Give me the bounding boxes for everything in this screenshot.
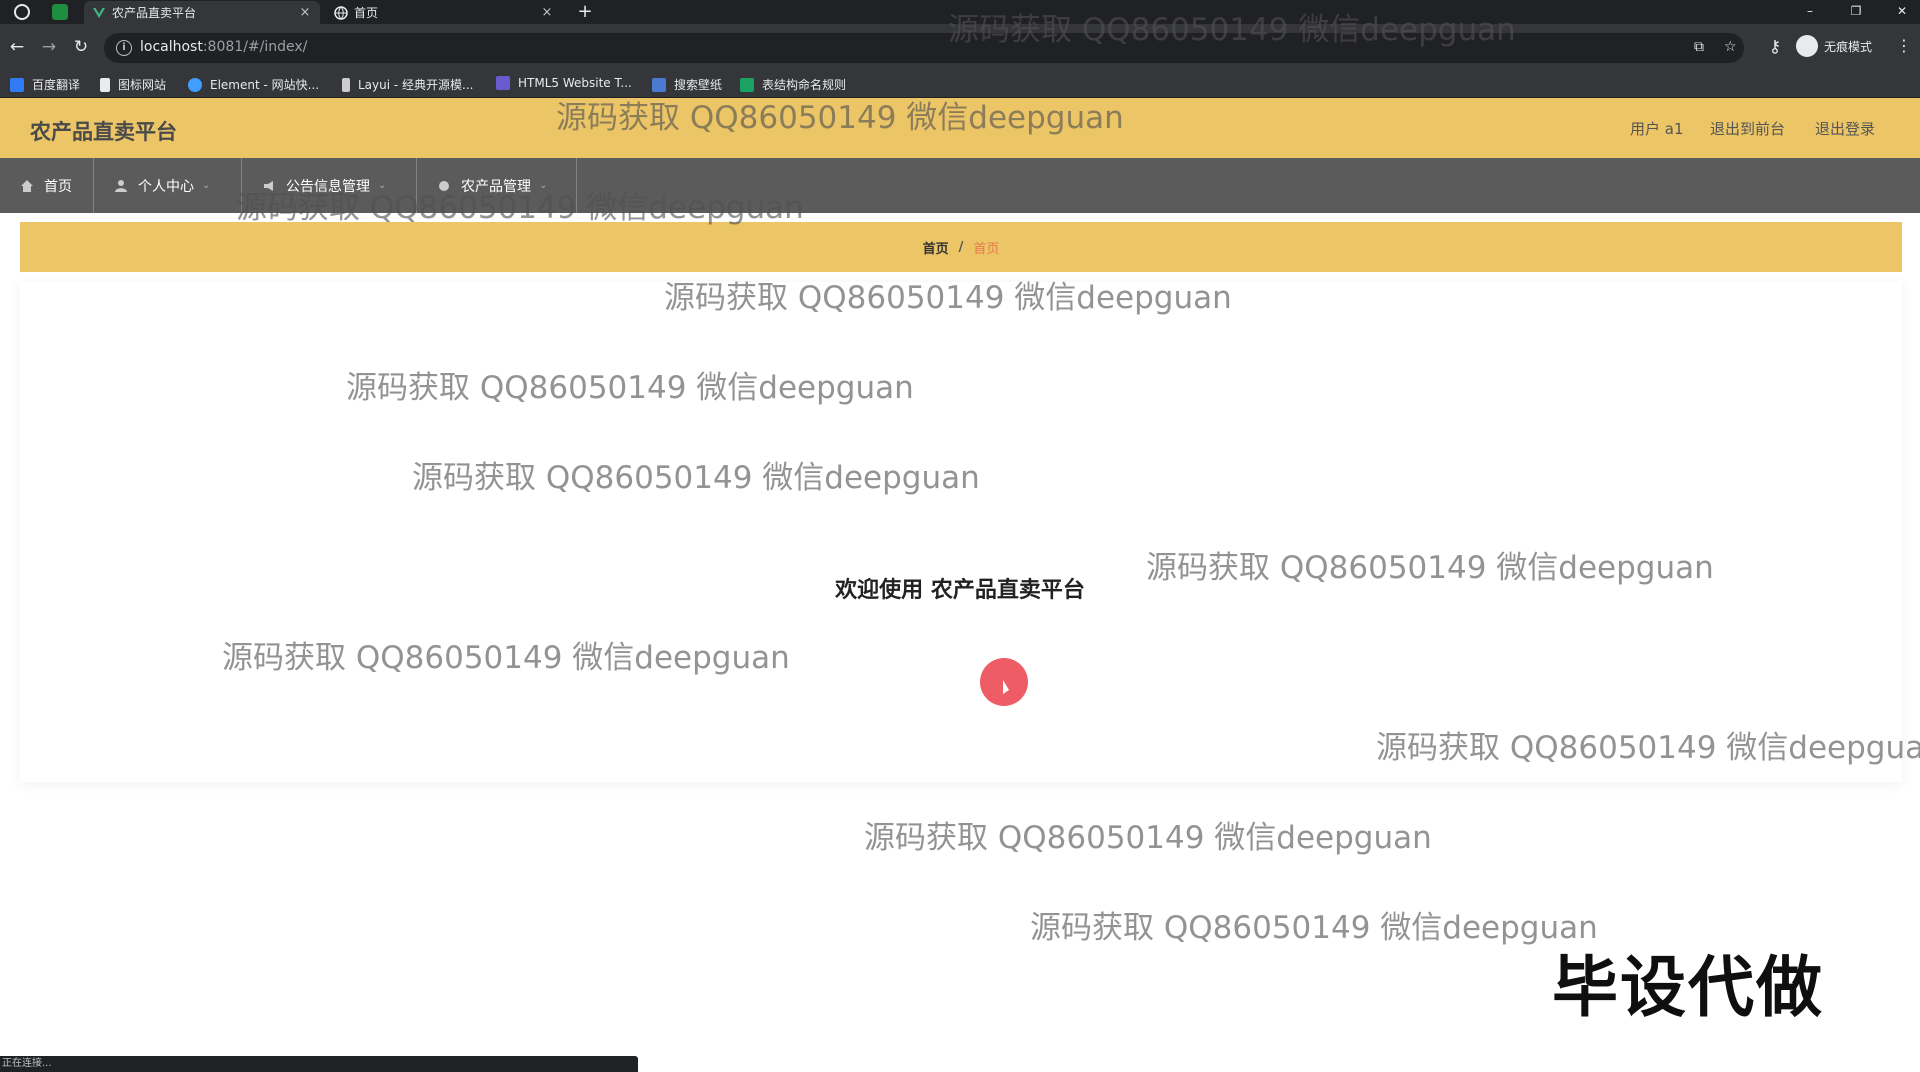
- pinned-tab-icon[interactable]: [52, 4, 68, 20]
- watermark-text: 源码获取 QQ86050149 微信deepguan: [556, 100, 1124, 136]
- tab-inactive[interactable]: 首页 ×: [326, 1, 562, 24]
- bookmark-star-icon[interactable]: ☆: [1724, 39, 1737, 55]
- browser-status-bar: 正在连接...: [0, 1056, 638, 1072]
- minimize-button[interactable]: –: [1792, 0, 1828, 24]
- restore-button[interactable]: ❐: [1838, 0, 1874, 24]
- bookmark-item[interactable]: 图标网站: [100, 76, 166, 93]
- main-content-panel: [20, 282, 1902, 782]
- bookmark-item[interactable]: Element - 网站快...: [188, 76, 319, 93]
- nav-item-home[interactable]: 首页: [0, 158, 94, 213]
- browser-app-icon: [14, 4, 30, 20]
- watermark-text: 源码获取 QQ86050149 微信deepguan: [412, 460, 980, 496]
- cursor-arrow-icon: [1003, 680, 1009, 694]
- back-arrow-icon[interactable]: ←: [6, 36, 28, 58]
- flag-icon: [100, 77, 110, 92]
- layui-icon: [342, 77, 350, 92]
- translate-bookmark-icon: [10, 77, 24, 92]
- user-icon: [114, 179, 128, 193]
- back-to-front-link[interactable]: 退出到前台: [1710, 118, 1785, 139]
- current-user-label: 用户 a1: [1630, 120, 1684, 138]
- watermark-text: 源码获取 QQ86050149 微信deepguan: [346, 370, 914, 406]
- watermark-text: 源码获取 QQ86050149 微信deepguan: [236, 190, 804, 226]
- bookmark-label: 搜索壁纸: [674, 78, 723, 92]
- wallpaper-icon: [652, 77, 666, 92]
- incognito-icon: [1796, 35, 1818, 57]
- nav-item-personal-center[interactable]: 个人中心 ⌄: [94, 158, 242, 213]
- watermark-text: 源码获取 QQ86050149 微信deepguan: [664, 280, 1232, 316]
- window-close-button[interactable]: ✕: [1884, 0, 1920, 24]
- logout-link[interactable]: 退出登录: [1815, 118, 1875, 139]
- corner-overlay-text: 毕设代做: [1552, 949, 1824, 1026]
- watermark-text: 源码获取 QQ86050149 微信deepguan: [1146, 550, 1714, 586]
- tab-close-icon[interactable]: ×: [540, 5, 554, 20]
- bookmark-label: Element - 网站快...: [210, 78, 320, 92]
- tab-title: 首页: [354, 6, 379, 20]
- watermark-text: 源码获取 QQ86050149 微信deepguan: [1376, 730, 1920, 766]
- nav-label: 个人中心: [138, 178, 194, 195]
- new-tab-button[interactable]: +: [574, 1, 596, 22]
- tab-active[interactable]: 农产品直卖平台 ×: [84, 1, 320, 24]
- app-title: 农产品直卖平台: [30, 120, 177, 144]
- watermark-text: 源码获取 QQ86050149 微信deepguan: [864, 820, 1432, 856]
- breadcrumb-root[interactable]: 首页: [923, 238, 949, 257]
- bookmark-item[interactable]: 搜索壁纸: [652, 76, 722, 93]
- translate-icon[interactable]: ⧉: [1694, 39, 1704, 55]
- incognito-label: 无痕模式: [1824, 39, 1873, 54]
- site-info-icon[interactable]: i: [116, 40, 132, 56]
- breadcrumb-current: 首页: [973, 241, 1000, 257]
- sheet-icon: [740, 77, 754, 92]
- watermark-text: 源码获取 QQ86050149 微信deepguan: [222, 640, 790, 676]
- chevron-down-icon: ⌄: [202, 180, 211, 191]
- nav-label: 首页: [44, 178, 72, 195]
- forward-arrow-icon[interactable]: →: [38, 36, 60, 58]
- html5-icon: [496, 76, 510, 90]
- breadcrumb: 首页 / 首页: [20, 222, 1902, 272]
- bookmark-label: HTML5 Website T...: [518, 76, 632, 90]
- bookmark-item[interactable]: HTML5 Website T...: [496, 76, 632, 90]
- bookmark-item[interactable]: Layui - 经典开源模...: [342, 76, 473, 93]
- bookmark-label: 百度翻译: [32, 78, 81, 92]
- breadcrumb-separator: /: [958, 239, 964, 255]
- home-icon: [20, 179, 34, 193]
- url-path: :8081/#/index/: [202, 39, 308, 55]
- vue-icon: [92, 6, 106, 20]
- bookmark-label: Layui - 经典开源模...: [358, 78, 474, 92]
- incognito-indicator[interactable]: 无痕模式: [1796, 35, 1872, 57]
- url-text: localhost:8081/#/index/: [140, 39, 307, 55]
- watermark-text: 源码获取 QQ86050149 微信deepguan: [948, 12, 1516, 48]
- bookmark-item[interactable]: 百度翻译: [10, 76, 80, 93]
- reload-icon[interactable]: ↻: [70, 36, 92, 58]
- bookmark-label: 图标网站: [118, 78, 167, 92]
- watermark-text: 源码获取 QQ86050149 微信deepguan: [1030, 910, 1598, 946]
- bookmark-label: 表结构命名规则: [762, 78, 847, 92]
- url-host: localhost: [140, 39, 203, 55]
- tab-close-icon[interactable]: ×: [298, 5, 312, 20]
- element-icon: [188, 77, 202, 92]
- bookmark-item[interactable]: 表结构命名规则: [740, 76, 846, 93]
- tab-title: 农产品直卖平台: [112, 6, 197, 20]
- key-icon[interactable]: ⚷: [1764, 36, 1786, 58]
- browser-menu-icon[interactable]: ⋮: [1896, 36, 1912, 55]
- globe-icon: [334, 5, 348, 20]
